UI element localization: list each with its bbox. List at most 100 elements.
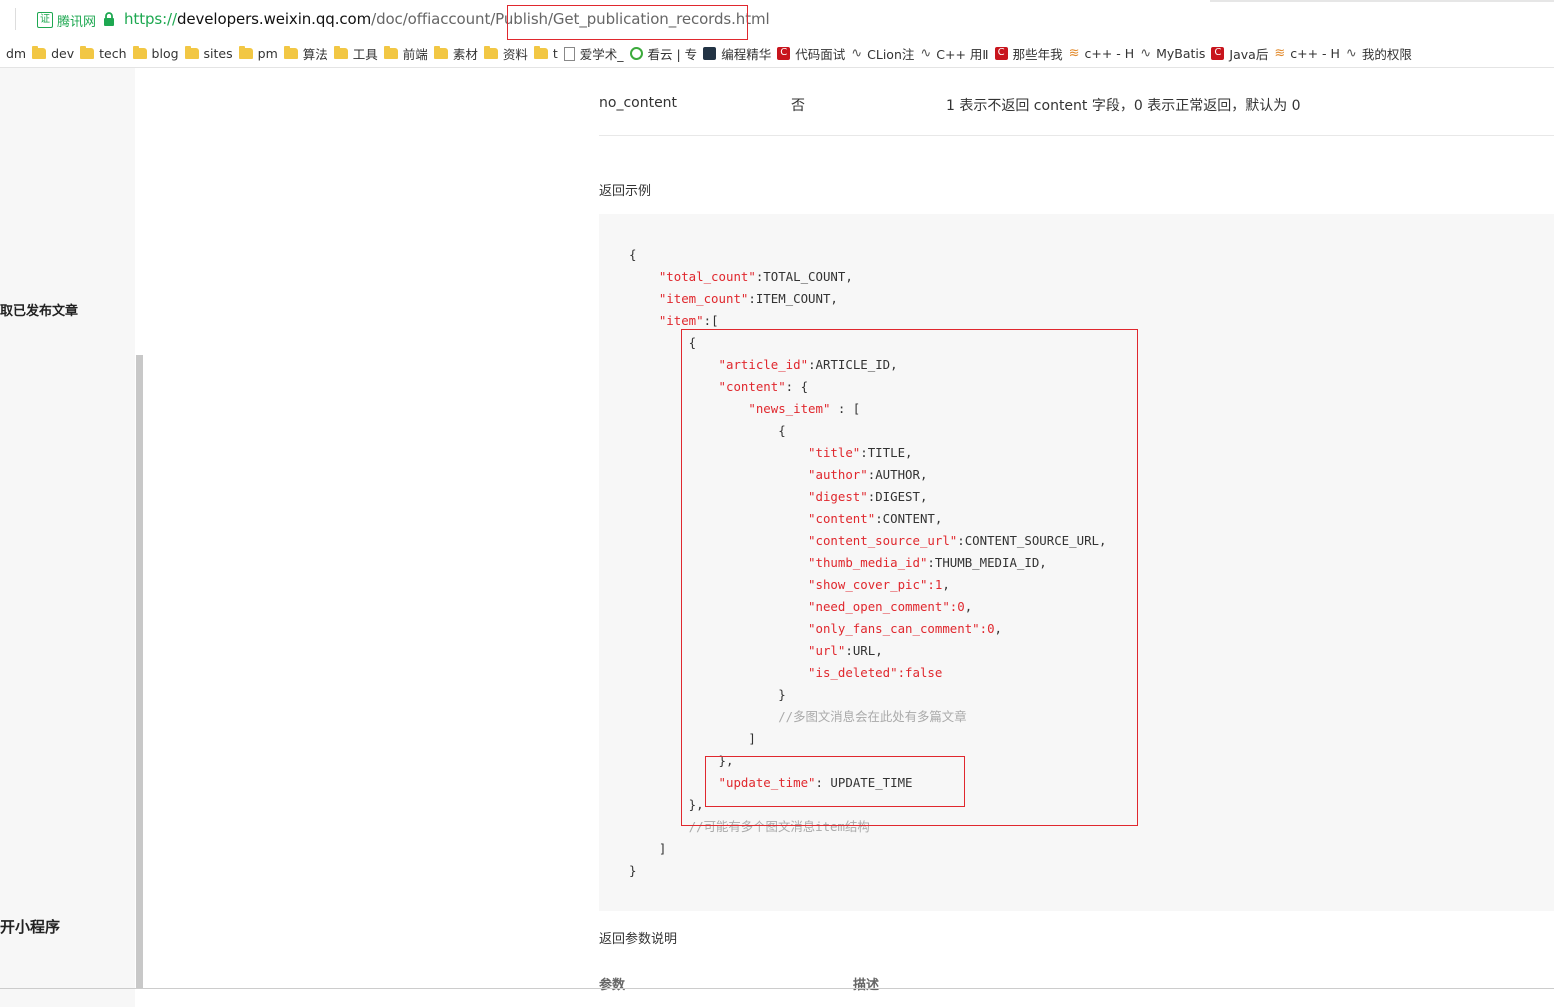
bookmark-item[interactable]: dm — [6, 46, 26, 61]
bookmark-item[interactable]: ∿ CLion注 — [851, 44, 914, 63]
code-text: { — [629, 247, 637, 262]
url-annotation-box — [507, 5, 748, 40]
folder-icon — [333, 46, 348, 59]
bookmark-label: t — [552, 46, 558, 61]
bookmark-item[interactable]: tech — [80, 46, 127, 61]
code-key: "total_count" — [658, 269, 756, 284]
glyph-icon: ∿ — [851, 46, 863, 61]
certificate-icon[interactable]: 证 — [37, 12, 53, 28]
bookmark-item[interactable]: t — [533, 46, 558, 61]
url-host: developers.weixin.qq.com — [176, 10, 372, 28]
bookmark-label: dm — [6, 46, 27, 61]
column-header-desc: 描述 — [853, 978, 880, 993]
bookmark-item[interactable]: dev — [32, 46, 74, 61]
glyph-icon: ∿ — [1140, 46, 1152, 61]
code-line: } — [629, 863, 636, 878]
bookmark-label: Java后 — [1229, 47, 1269, 62]
bookmark-item[interactable]: sites — [184, 46, 233, 61]
dark-icon — [703, 47, 717, 60]
bookmark-label: sites — [203, 46, 233, 61]
bookmark-item[interactable]: ∿ MyBatis — [1140, 46, 1205, 61]
bookmark-item[interactable]: 工具 — [333, 44, 378, 63]
code-line: "item_count":ITEM_COUNT, — [629, 291, 838, 306]
folder-icon — [238, 46, 253, 59]
bookmark-item[interactable]: 资料 — [483, 44, 528, 63]
toolbar-separator — [15, 8, 16, 30]
doc-sidebar — [0, 68, 135, 1007]
code-line: "total_count":TOTAL_COUNT, — [629, 269, 853, 284]
bookmark-label: 编程精华 — [721, 47, 772, 62]
bookmark-label: 素材 — [452, 47, 478, 62]
folder-icon — [283, 46, 298, 59]
page-icon — [563, 46, 575, 61]
column-header-param: 参数 — [599, 978, 626, 993]
bookmark-item[interactable]: pm — [238, 46, 278, 61]
code-text: :[ — [703, 313, 719, 328]
lock-icon — [104, 12, 114, 26]
bookmark-item[interactable]: ∿ 我的权限 — [1346, 44, 1412, 63]
folder-icon — [80, 46, 95, 59]
folder-icon — [32, 46, 47, 59]
bookmark-item[interactable]: 算法 — [283, 44, 328, 63]
bookmark-label: blog — [151, 46, 179, 61]
window-bottom-border — [0, 988, 1554, 989]
bookmark-item[interactable]: ∿ C++ 用Ⅱ — [920, 44, 988, 63]
bookmark-item[interactable]: 素材 — [433, 44, 478, 63]
folder-icon — [184, 46, 199, 59]
bookmark-item[interactable]: 看云 | 专 — [629, 44, 698, 63]
address-bar: 证 腾讯网 https://developers.weixin.qq.com/d… — [0, 0, 1554, 40]
url-scheme: https:// — [124, 10, 177, 28]
glyph-icon: ∿ — [1345, 46, 1357, 61]
bookmark-label: c++ - H — [1290, 46, 1340, 61]
red-icon: C — [777, 47, 791, 60]
red-icon: C — [1211, 47, 1225, 60]
bookmark-item[interactable]: C 那些年我 — [994, 44, 1063, 63]
code-line: "item":[ — [629, 313, 719, 328]
item-annotation-box — [681, 329, 1138, 826]
folder-icon — [533, 46, 548, 59]
tab-strip-edge — [1210, 0, 1554, 2]
folder-icon — [132, 46, 147, 59]
folder-icon — [433, 46, 448, 59]
sidebar-item-published-articles[interactable]: 取已发布文章 — [0, 300, 78, 319]
bookmarks-bar: dm dev tech blog sites pm 算法 工具 前端 素材 资料 t 爱学术_ 看云 | … — [0, 40, 1554, 68]
bookmark-label: dev — [51, 46, 75, 61]
certificate-label[interactable]: 腾讯网 — [57, 11, 96, 30]
bookmark-item[interactable]: blog — [132, 46, 179, 61]
glyph-icon: ∿ — [920, 46, 932, 61]
folder-icon — [483, 46, 498, 59]
return-example-heading: 返回示例 — [599, 184, 652, 199]
bookmark-label: 那些年我 — [1012, 47, 1063, 62]
bookmark-label: 工具 — [352, 47, 378, 62]
bookmark-item[interactable]: 编程精华 — [703, 44, 771, 63]
bookmark-label: 资料 — [502, 47, 528, 62]
bookmark-item[interactable]: ≋ c++ - H — [1274, 46, 1340, 61]
code-text: :TOTAL_COUNT, — [755, 269, 853, 284]
red-icon: C — [994, 47, 1008, 60]
bookmark-item[interactable]: C 代码面试 — [777, 44, 845, 63]
bookmark-label: C++ 用Ⅱ — [936, 47, 989, 62]
param-description-cell: 1 表示不返回 content 字段，0 表示正常返回，默认为 0 — [946, 98, 1301, 114]
bookmark-label: 算法 — [302, 47, 328, 62]
bookmark-item[interactable]: ≋ c++ - H — [1069, 46, 1135, 61]
bookmark-item[interactable]: 前端 — [383, 44, 428, 63]
code-text: } — [629, 863, 637, 878]
param-required-cell: 否 — [791, 98, 805, 114]
orange-icon: ≋ — [1274, 46, 1286, 61]
green-icon — [629, 47, 643, 60]
code-text: ] — [629, 841, 667, 856]
param-name-cell: no_content — [599, 95, 678, 111]
sidebar-item-miniprogram[interactable]: 开小程序 — [0, 916, 60, 937]
table-divider — [599, 135, 1554, 136]
bookmark-item[interactable]: C Java后 — [1211, 44, 1268, 63]
bookmark-item[interactable]: 爱学术_ — [563, 44, 624, 63]
code-line: { — [629, 247, 636, 262]
bookmark-label: 代码面试 — [795, 47, 846, 62]
code-text: :ITEM_COUNT, — [748, 291, 838, 306]
bookmark-label: 看云 | 专 — [647, 47, 698, 62]
sidebar-scrollbar[interactable] — [136, 355, 143, 988]
